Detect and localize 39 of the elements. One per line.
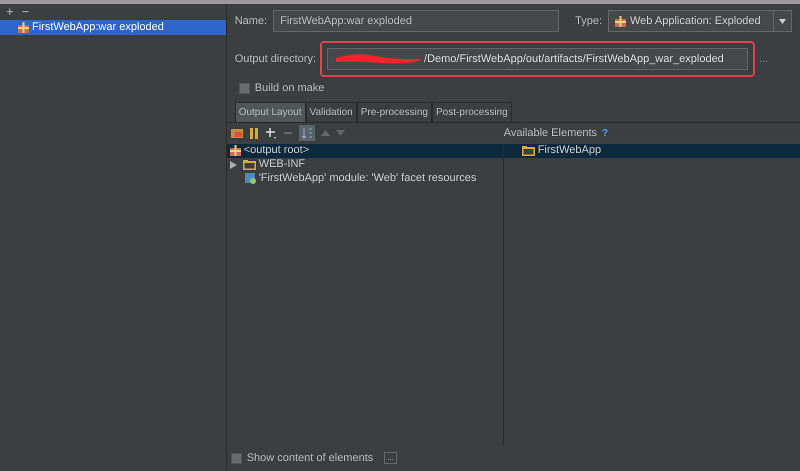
browse-button[interactable]: ...	[759, 50, 768, 68]
caret-icon	[779, 18, 786, 24]
more-button[interactable]: ...	[384, 452, 397, 464]
tab[interactable]: Post-processing	[432, 102, 512, 122]
gift-icon	[18, 22, 29, 33]
tree-item[interactable]: WEB-INF	[226, 158, 503, 172]
name-field[interactable]: FirstWebApp:war exploded	[273, 10, 560, 32]
checkbox-label: Show content of elements	[246, 450, 374, 466]
tree-item[interactable]: <output root>	[226, 144, 503, 158]
add-icon[interactable]	[264, 127, 277, 139]
move-up-icon[interactable]	[320, 130, 330, 136]
folder-icon	[242, 160, 256, 170]
output-directory-field[interactable]: /Demo/FirstWebApp/out/artifacts/FirstWebApp_war_exploded	[327, 48, 748, 70]
module-icon	[244, 173, 256, 184]
artifact-item[interactable]: FirstWebApp:war exploded	[0, 20, 226, 35]
folder-icon[interactable]	[230, 128, 243, 138]
folder-icon	[522, 146, 535, 156]
field-label: Type:	[575, 14, 602, 29]
tab[interactable]: Output Layout	[234, 102, 306, 122]
help-icon[interactable]: ?	[602, 126, 608, 140]
toolbar-button[interactable]: −	[22, 2, 30, 22]
toolbar-button[interactable]: +	[6, 2, 14, 22]
type-dropdown[interactable]: Web Application: Exploded	[608, 10, 792, 32]
expand-icon[interactable]	[230, 160, 237, 168]
tab[interactable]: Validation	[306, 102, 357, 122]
tab[interactable]: Pre-processing	[356, 102, 432, 122]
gift-icon	[230, 145, 241, 156]
move-down-icon[interactable]	[336, 130, 345, 136]
field-label: Output directory:	[234, 52, 316, 67]
tree-item[interactable]: FirstWebApp	[504, 144, 800, 158]
panel-title: Available Elements	[504, 126, 598, 141]
checkbox[interactable]	[230, 452, 242, 464]
checkbox-label: Build on make	[254, 81, 324, 96]
columns-icon[interactable]	[248, 128, 259, 138]
gift-icon	[615, 16, 626, 26]
sort-icon[interactable]	[298, 125, 315, 141]
tree-item[interactable]: 'FirstWebApp' module: 'Web' facet resources	[226, 172, 503, 186]
checkbox[interactable]	[238, 82, 250, 94]
field-label: Name:	[234, 14, 268, 29]
